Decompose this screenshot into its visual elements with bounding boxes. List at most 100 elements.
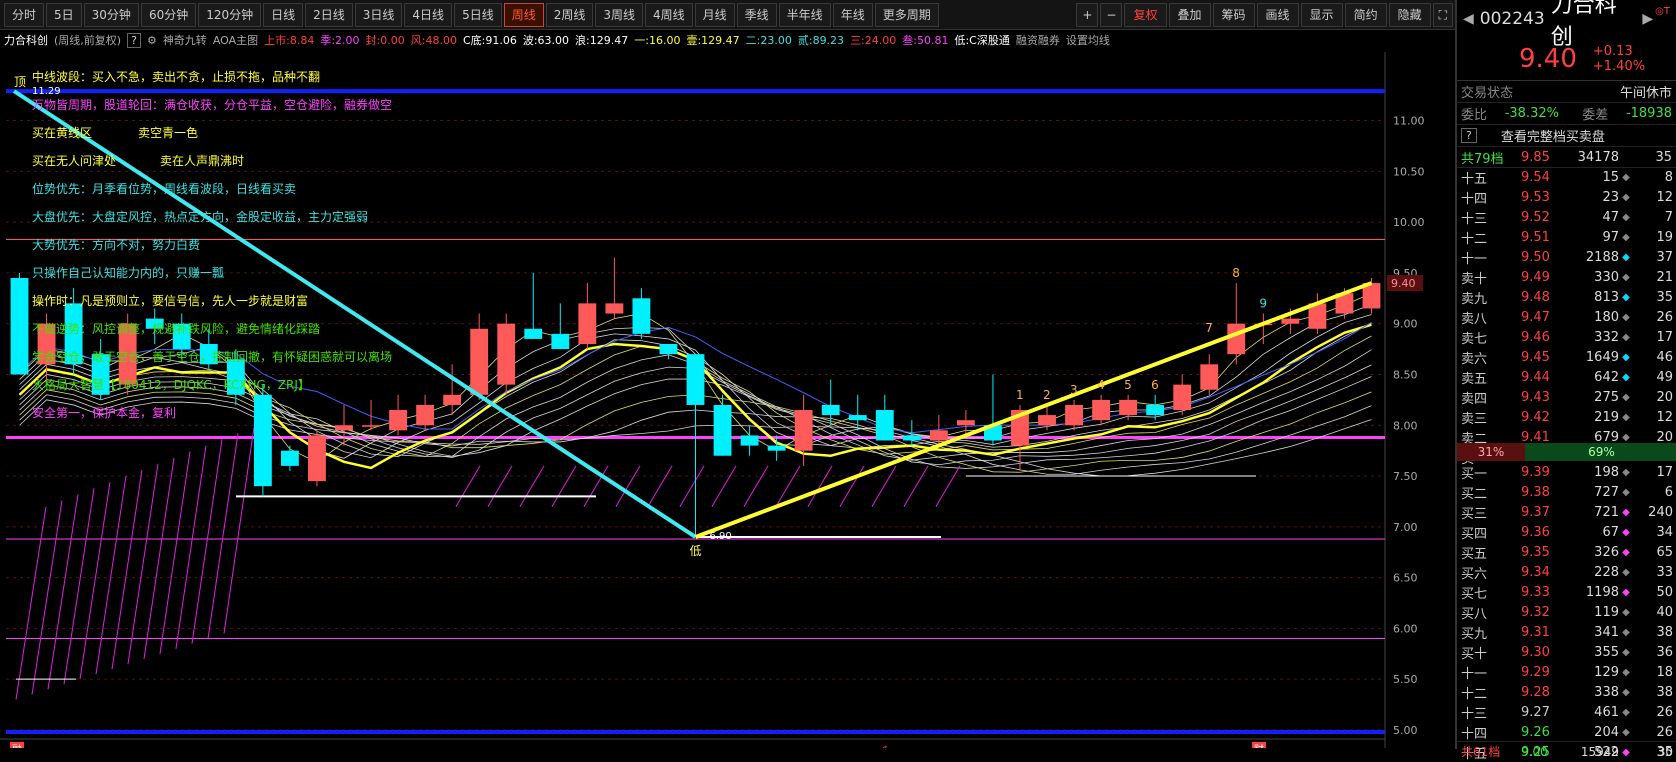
period-12[interactable]: 3周线 xyxy=(595,2,643,27)
candle-body xyxy=(10,277,29,375)
info-v13: 叁:50.81 xyxy=(902,34,949,47)
book-price: 9.45 xyxy=(1521,349,1550,365)
tool-3[interactable]: 叠加 xyxy=(1168,2,1211,27)
tool-9[interactable]: ⛶ xyxy=(1432,2,1453,27)
gear-icon[interactable]: ⚙ xyxy=(147,34,157,47)
candle-body xyxy=(605,303,624,314)
forward-icon[interactable]: ▶ xyxy=(1642,11,1653,27)
book-price: 9.51 xyxy=(1521,229,1550,245)
book-count: 6 xyxy=(1664,484,1673,500)
info-v16[interactable]: 设置均线 xyxy=(1066,32,1110,48)
period-3[interactable]: 60分钟 xyxy=(140,2,197,27)
last-price-label: 9.40 xyxy=(1391,277,1416,290)
tool-0[interactable]: + xyxy=(1076,2,1099,27)
total-buy-cnt: 30 xyxy=(1657,744,1673,759)
total-buy-row: 共61档 9.00 15949 30 xyxy=(1457,741,1676,761)
orderbook-row: 买八 9.32 119 ◆ 40 xyxy=(1457,602,1676,622)
tool-8[interactable]: 隐藏 xyxy=(1388,2,1431,27)
tool-5[interactable]: 画线 xyxy=(1256,2,1299,27)
book-marker: ◆ xyxy=(1622,646,1630,658)
period-10[interactable]: 周线 xyxy=(503,2,544,27)
y-tick-label: 5.50 xyxy=(1393,673,1418,686)
book-volume: 330 xyxy=(1594,269,1619,285)
help-icon[interactable]: ? xyxy=(127,32,141,48)
orderbook-row: 十一 9.29 129 ◆ 18 xyxy=(1457,662,1676,682)
period-1[interactable]: 5日 xyxy=(46,2,82,27)
book-count: 19 xyxy=(1656,229,1673,245)
quote-header: ◀ 002243 力合科创 ▶ ◎T xyxy=(1457,0,1676,50)
period-16[interactable]: 半年线 xyxy=(778,2,831,27)
period-7[interactable]: 3日线 xyxy=(354,2,403,27)
back-icon[interactable]: ◀ xyxy=(1463,11,1474,27)
book-marker: ◆ xyxy=(1622,586,1630,598)
price-change: +0.13 xyxy=(1592,44,1633,59)
nine-count-label: 5 xyxy=(1124,378,1132,392)
candle-body xyxy=(956,420,975,426)
book-level-label: 买四 xyxy=(1461,526,1488,542)
candle-body xyxy=(1173,384,1192,411)
period-4[interactable]: 120分钟 xyxy=(198,2,262,27)
book-marker: ◆ xyxy=(1622,666,1630,678)
candle-body xyxy=(902,435,921,441)
book-volume: 642 xyxy=(1594,369,1619,385)
book-help-icon[interactable]: ? xyxy=(1461,128,1477,143)
sell-ratio: 69% xyxy=(1525,443,1676,461)
period-6[interactable]: 2日线 xyxy=(305,2,353,27)
tool-7[interactable]: 简约 xyxy=(1344,2,1387,27)
book-level-label: 十三 xyxy=(1461,211,1488,227)
period-5[interactable]: 日线 xyxy=(263,2,304,27)
nine-count-label: 8 xyxy=(1232,266,1240,280)
y-tick-label: 8.00 xyxy=(1393,419,1418,432)
period-18[interactable]: 更多周期 xyxy=(874,2,939,27)
main-chart-name[interactable]: AOA主图 xyxy=(213,32,258,48)
bottom-marker[interactable]: 融 xyxy=(12,744,22,748)
candle-body xyxy=(659,344,678,355)
period-0[interactable]: 分时 xyxy=(4,2,45,27)
info-v8: 一:16.00 xyxy=(634,34,681,47)
period-11[interactable]: 2周线 xyxy=(545,2,594,27)
full-book-button[interactable]: 查看完整档买卖盘 xyxy=(1501,126,1605,145)
book-count: 12 xyxy=(1656,409,1673,425)
period-8[interactable]: 4日线 xyxy=(404,2,453,27)
tool-1[interactable]: − xyxy=(1100,2,1123,27)
orderbook-row: 买三 9.37 721 ◆ 240 xyxy=(1457,502,1676,522)
tool-2[interactable]: 复权 xyxy=(1124,2,1167,27)
orderbook-row: 卖三 9.42 219 ◆ 12 xyxy=(1457,407,1676,427)
book-price: 9.47 xyxy=(1521,309,1550,325)
period-14[interactable]: 月线 xyxy=(694,2,735,27)
period-15[interactable]: 季线 xyxy=(736,2,777,27)
info-v15[interactable]: 融资融券 xyxy=(1016,32,1060,48)
indicator-info-bar: 力合科创 (周线,前复权) ? ⚙ 神奇九转 AOA主图 上市:8.84 季:2… xyxy=(0,30,1455,50)
total-sell-row: 共79档 9.85 34178 35 xyxy=(1457,146,1676,168)
candle-body xyxy=(632,298,651,334)
book-count: 18 xyxy=(1656,664,1673,680)
nine-count-label: 6 xyxy=(1151,378,1159,392)
book-marker: ◆ xyxy=(1622,466,1630,478)
low-text: 低 xyxy=(690,544,702,558)
book-count: 20 xyxy=(1656,389,1673,405)
book-level-label: 卖七 xyxy=(1461,331,1488,347)
book-volume: 97 xyxy=(1602,229,1619,245)
tool-4[interactable]: 筹码 xyxy=(1212,2,1255,27)
kline-chart[interactable]: 11.0010.5010.009.509.008.508.007.507.006… xyxy=(0,52,1455,748)
book-count: 50 xyxy=(1656,584,1673,600)
bottom-marker[interactable]: $ xyxy=(882,745,888,748)
book-count: 7 xyxy=(1664,209,1673,225)
y-tick-label: 5.00 xyxy=(1393,724,1418,737)
period-17[interactable]: 年线 xyxy=(832,2,873,27)
book-price: 9.44 xyxy=(1521,369,1550,385)
info-v10: 二:23.00 xyxy=(745,34,792,47)
book-marker: ◆ xyxy=(1622,271,1630,283)
period-13[interactable]: 4周线 xyxy=(645,2,693,27)
period-2[interactable]: 30分钟 xyxy=(83,2,139,27)
full-book-row[interactable]: ? 查看完整档买卖盘 xyxy=(1457,124,1676,146)
info-v7: 浪:129.47 xyxy=(575,34,629,47)
candle-body xyxy=(389,410,407,431)
book-price: 9.46 xyxy=(1521,329,1550,345)
book-marker: ◆ xyxy=(1622,351,1630,363)
nine-count-label: 9 xyxy=(1259,297,1267,311)
book-volume: 67 xyxy=(1602,524,1619,540)
indicator-name[interactable]: 神奇九转 xyxy=(163,32,207,48)
period-9[interactable]: 5日线 xyxy=(454,2,502,27)
tool-6[interactable]: 显示 xyxy=(1300,2,1343,27)
